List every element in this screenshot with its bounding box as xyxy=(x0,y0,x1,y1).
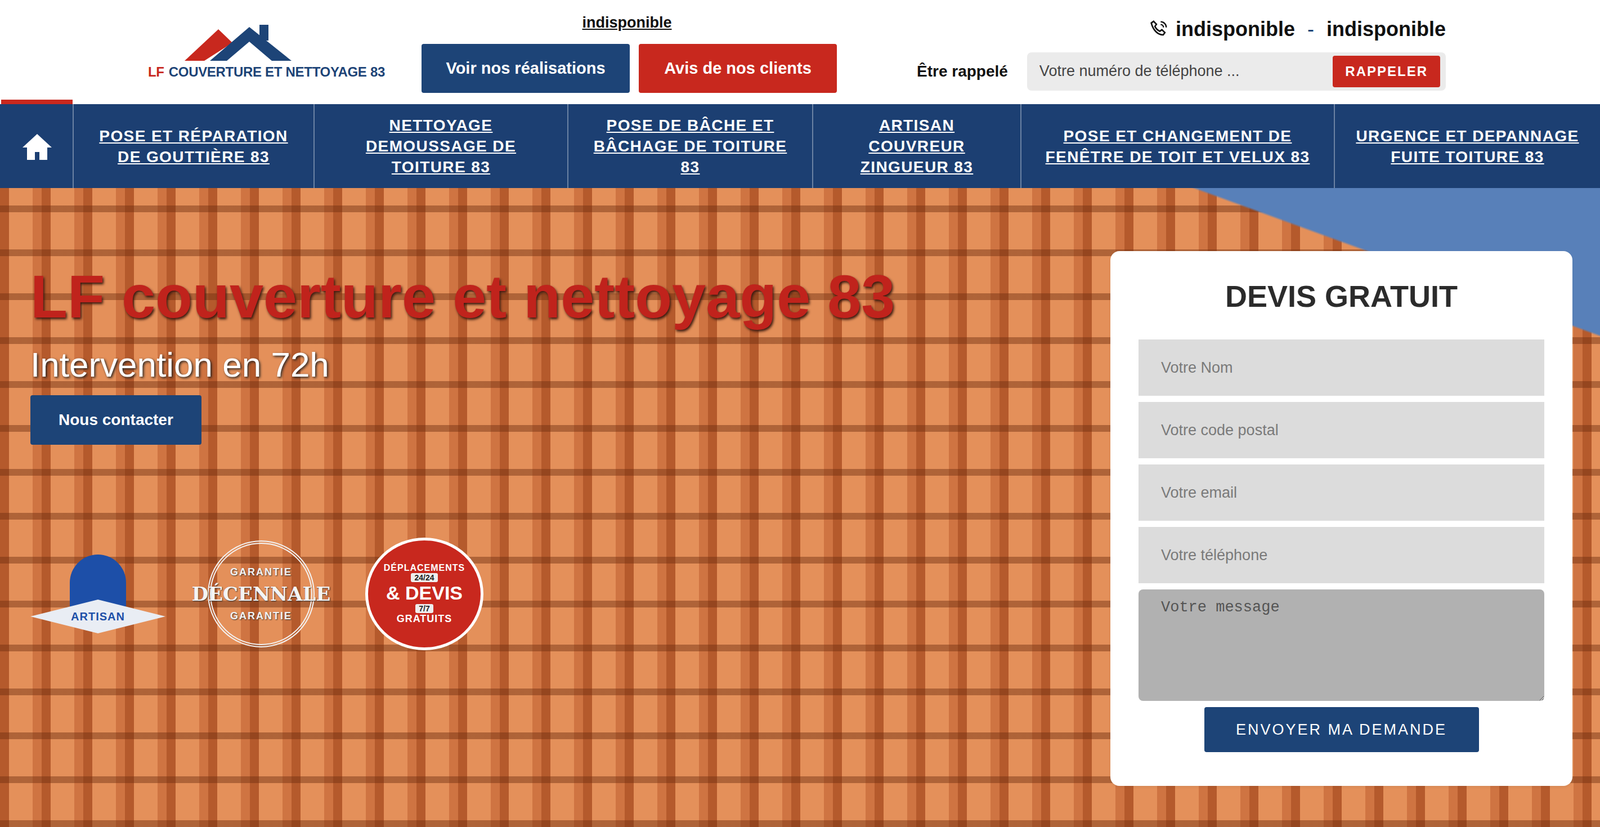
message-field[interactable] xyxy=(1138,589,1545,701)
header-button[interactable]: Avis de nos clients xyxy=(638,43,837,93)
callback-group: RAPPELER xyxy=(1027,52,1446,91)
badge-text: GARANTIE xyxy=(230,564,293,580)
roof-logo-icon xyxy=(170,22,300,62)
logo-name: COUVERTURE ET NETTOYAGE 83 xyxy=(168,64,385,80)
badge-row: ARTISAN GARANTIEDÉCENNALEGARANTIE DÉPLACEM… xyxy=(30,537,1111,651)
badge-text: 7/7 xyxy=(415,603,433,613)
stamp-badge: GARANTIEDÉCENNALEGARANTIE xyxy=(193,540,329,648)
logo[interactable]: LFCOUVERTURE ET NETTOYAGE 83 xyxy=(148,22,385,83)
form-field[interactable] xyxy=(1138,526,1545,584)
callback-form: Être rappelé RAPPELER xyxy=(916,52,1446,91)
logo-prefix: LF xyxy=(148,64,165,80)
phone-separator: - xyxy=(1307,14,1315,45)
header-buttons: Voir nos réalisationsAvis de nos clients xyxy=(421,43,850,93)
artisan-badge: ARTISAN xyxy=(30,541,166,647)
phone-number[interactable]: indisponible xyxy=(1326,14,1446,45)
contact-button[interactable]: Nous contacter xyxy=(30,395,202,445)
hero-content: LF couverture et nettoyage 83Interventio… xyxy=(30,251,1111,805)
nav-item[interactable]: POSE DE BÂCHE ET BÂCHAGE DE TOITURE 83 xyxy=(567,104,813,188)
badge-seal: GARANTIEDÉCENNALEGARANTIE xyxy=(207,540,315,648)
badge-text: & DEVIS xyxy=(386,581,463,604)
nav-item[interactable]: URGENCE ET DEPANNAGE FUITE TOITURE 83 xyxy=(1333,104,1600,188)
badge-text: 24/24 xyxy=(410,572,438,582)
site-header: LFCOUVERTURE ET NETTOYAGE 83 indisponible… xyxy=(0,0,1600,105)
callback-label: Être rappelé xyxy=(916,59,1008,84)
ribbon-badge: DÉPLACEMENTS24/24& DEVIS7/7GRATUITS xyxy=(356,537,492,651)
nav-item[interactable]: NETTOYAGE DEMOUSSAGE DE TOITURE 83 xyxy=(313,104,568,188)
callback-phone-input[interactable] xyxy=(1038,59,1333,84)
form-field[interactable] xyxy=(1138,339,1545,396)
badge-text: DÉCENNALE xyxy=(191,579,331,609)
phone-icon xyxy=(1147,18,1171,41)
hero-subtitle: Intervention en 72h xyxy=(30,342,1111,388)
quote-form: DEVIS GRATUIT ENVOYER MA DEMANDE xyxy=(1110,251,1573,786)
callback-button[interactable]: RAPPELER xyxy=(1332,55,1441,88)
top-link[interactable]: indisponible xyxy=(421,11,833,35)
logo-text: LFCOUVERTURE ET NETTOYAGE 83 xyxy=(148,61,385,83)
submit-button[interactable]: ENVOYER MA DEMANDE xyxy=(1204,706,1480,752)
main-nav: POSE ET RÉPARATION DE GOUTTIÈRE 83NETTOY… xyxy=(0,104,1600,188)
badge-text: GRATUITS xyxy=(396,612,453,625)
header-actions: indisponible Voir nos réalisationsAvis de… xyxy=(421,11,850,94)
nav-item[interactable]: POSE ET CHANGEMENT DE FENÊTRE DE TOIT ET… xyxy=(1020,104,1334,188)
header-button[interactable]: Voir nos réalisations xyxy=(421,43,630,93)
hero-title: LF couverture et nettoyage 83 xyxy=(30,251,999,343)
phone-number[interactable]: indisponible xyxy=(1175,14,1295,45)
form-title: DEVIS GRATUIT xyxy=(1138,273,1545,320)
artisan-base: ARTISAN xyxy=(30,599,166,634)
nav-item[interactable]: POSE ET RÉPARATION DE GOUTTIÈRE 83 xyxy=(72,104,314,188)
home-icon xyxy=(21,131,53,161)
badge-text: ARTISAN xyxy=(70,607,125,625)
badge-text: GARANTIE xyxy=(230,608,293,624)
form-field[interactable] xyxy=(1138,401,1545,459)
badge-text: DÉPLACEMENTS xyxy=(383,562,465,573)
hero: LF couverture et nettoyage 83Interventio… xyxy=(0,187,1600,827)
form-field[interactable] xyxy=(1138,464,1545,521)
phone-line: indisponible-indisponible xyxy=(916,14,1446,45)
nav-item[interactable]: ARTISAN COUVREUR ZINGUEUR 83 xyxy=(812,104,1021,188)
badge-seal: DÉPLACEMENTS24/24& DEVIS7/7GRATUITS xyxy=(365,537,484,651)
contact-area: indisponible-indisponible Être rappelé RAP… xyxy=(916,14,1446,91)
home-link[interactable] xyxy=(1,99,73,188)
